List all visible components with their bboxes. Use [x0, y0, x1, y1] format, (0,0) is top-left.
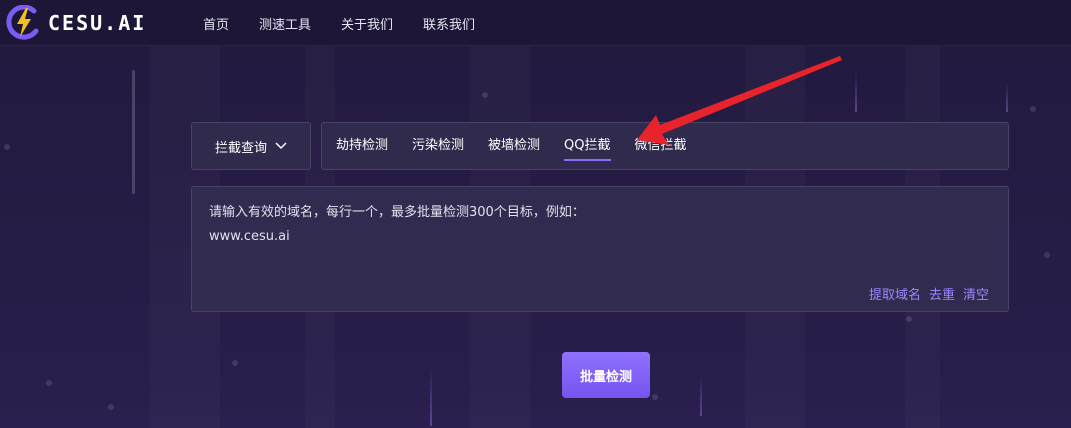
lightning-logo-icon: [6, 5, 39, 40]
brand-name: CESU.AI: [48, 11, 147, 35]
extract-domain-link[interactable]: 提取域名: [869, 284, 921, 303]
tab-pollution-check[interactable]: 污染检测: [412, 122, 464, 170]
tab-qq-block[interactable]: QQ拦截: [564, 122, 611, 170]
brand-logo[interactable]: CESU.AI: [6, 5, 146, 41]
nav-item-contact[interactable]: 联系我们: [423, 14, 475, 33]
tab-wechat-block[interactable]: 微信拦截: [635, 122, 687, 170]
clear-link[interactable]: 清空: [963, 284, 989, 303]
top-navbar: CESU.AI 首页 测速工具 关于我们 联系我们: [0, 0, 1071, 46]
tab-blocked-check[interactable]: 被墙检测: [488, 122, 540, 170]
input-actions: 提取域名 去重 清空: [861, 284, 989, 303]
dedupe-link[interactable]: 去重: [929, 284, 955, 303]
detection-tabs: 劫持检测 污染检测 被墙检测 QQ拦截 微信拦截: [321, 122, 1009, 170]
query-type-select[interactable]: 拦截查询: [191, 122, 311, 170]
batch-check-button[interactable]: 批量检测: [562, 352, 650, 398]
domain-input-box: 提取域名 去重 清空: [191, 186, 1009, 312]
scrollbar[interactable]: [132, 70, 135, 194]
tab-hijack-check[interactable]: 劫持检测: [336, 122, 388, 170]
query-type-value: 拦截查询: [214, 140, 267, 156]
nav-item-about[interactable]: 关于我们: [341, 14, 393, 33]
chevron-down-icon: [275, 142, 287, 150]
main-nav: 首页 测速工具 关于我们 联系我们: [188, 0, 490, 46]
nav-item-home[interactable]: 首页: [203, 14, 229, 33]
nav-item-speed-tools[interactable]: 测速工具: [259, 14, 311, 33]
